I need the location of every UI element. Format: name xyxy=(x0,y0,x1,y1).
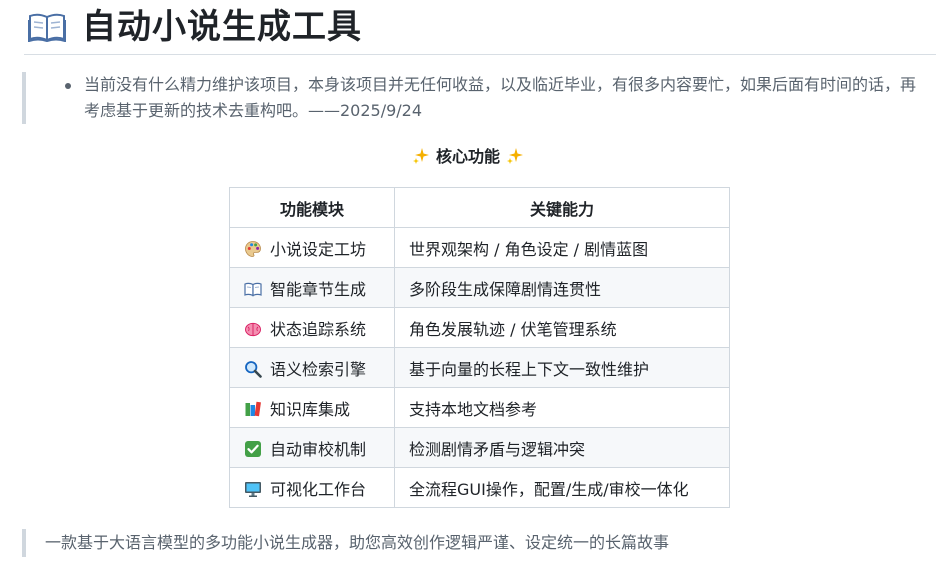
module-name: 语义检索引擎 xyxy=(270,359,367,379)
capability-cell: 支持本地文档参考 xyxy=(394,387,730,428)
module-cell: 知识库集成 xyxy=(229,387,395,428)
tagline-text: 一款基于大语言模型的多功能小说生成器，助您高效创作逻辑严谨、设定统一的长篇故事 xyxy=(45,533,670,552)
books-icon xyxy=(245,401,261,416)
module-cell: 小说设定工坊 xyxy=(229,227,395,268)
notice-blockquote: 当前没有什么精力维护该项目，本身该项目并无任何收益，以及临近毕业，有很多内容要忙… xyxy=(22,72,916,124)
table-row: 智能章节生成 多阶段生成保障剧情连贯性 xyxy=(229,267,730,308)
module-cell: 自动审校机制 xyxy=(229,427,395,468)
table-row: 小说设定工坊 世界观架构 / 角色设定 / 剧情蓝图 xyxy=(229,227,730,268)
module-cell: 状态追踪系统 xyxy=(229,307,395,348)
capability-cell: 检测剧情矛盾与逻辑冲突 xyxy=(394,427,730,468)
check-mark-icon xyxy=(245,440,261,457)
module-name: 智能章节生成 xyxy=(270,279,367,299)
module-cell: 可视化工作台 xyxy=(229,467,395,508)
tagline-blockquote: 一款基于大语言模型的多功能小说生成器，助您高效创作逻辑严谨、设定统一的长篇故事 xyxy=(22,529,915,557)
module-name: 可视化工作台 xyxy=(270,479,367,499)
capability-cell: 多阶段生成保障剧情连贯性 xyxy=(394,267,730,308)
capability-cell: 基于向量的长程上下文一致性维护 xyxy=(394,347,730,388)
table-row: 状态追踪系统 角色发展轨迹 / 伏笔管理系统 xyxy=(229,307,730,348)
notice-list: 当前没有什么精力维护该项目，本身该项目并无任何收益，以及临近毕业，有很多内容要忙… xyxy=(26,72,916,124)
capability-cell: 世界观架构 / 角色设定 / 剧情蓝图 xyxy=(394,227,730,268)
brain-icon xyxy=(245,322,261,336)
capability-cell: 角色发展轨迹 / 伏笔管理系统 xyxy=(394,307,730,348)
notice-item: 当前没有什么精力维护该项目，本身该项目并无任何收益，以及临近毕业，有很多内容要忙… xyxy=(65,72,917,124)
module-name: 小说设定工坊 xyxy=(270,239,367,259)
page-title-bar: 自动小说生成工具 xyxy=(24,0,936,55)
sparkles-icon xyxy=(507,148,523,164)
open-book-icon xyxy=(244,282,262,296)
table-row: 知识库集成 支持本地文档参考 xyxy=(229,387,730,428)
module-name: 知识库集成 xyxy=(270,399,351,419)
table-header-row: 功能模块 关键能力 xyxy=(229,187,730,228)
palette-icon xyxy=(245,240,261,257)
monitor-icon xyxy=(245,481,261,497)
table-row: 自动审校机制 检测剧情矛盾与逻辑冲突 xyxy=(229,427,730,468)
module-cell: 智能章节生成 xyxy=(229,267,395,308)
table-row: 可视化工作台 全流程GUI操作，配置/生成/审校一体化 xyxy=(229,467,730,508)
module-name: 自动审校机制 xyxy=(270,439,367,459)
column-header-capability: 关键能力 xyxy=(394,187,730,228)
module-cell: 语义检索引擎 xyxy=(229,347,395,388)
module-name: 状态追踪系统 xyxy=(270,319,367,339)
core-heading-text: 核心功能 xyxy=(435,147,500,166)
notice-text: 当前没有什么精力维护该项目，本身该项目并无任何收益，以及临近毕业，有很多内容要忙… xyxy=(84,75,917,120)
open-book-icon xyxy=(28,13,66,42)
page-title: 自动小说生成工具 xyxy=(82,7,362,47)
sparkles-icon xyxy=(412,148,429,164)
magnifier-icon xyxy=(245,360,262,378)
bullet-icon xyxy=(65,83,71,89)
column-header-module: 功能模块 xyxy=(229,187,395,228)
table-row: 语义检索引擎 基于向量的长程上下文一致性维护 xyxy=(229,347,730,388)
capability-cell: 全流程GUI操作，配置/生成/审校一体化 xyxy=(394,467,730,508)
features-table: 功能模块 关键能力 小说设定工坊 世界观架构 / 角色设定 / 剧情蓝图 智能章… xyxy=(229,187,730,508)
core-features-heading: 核心功能 xyxy=(0,143,936,167)
